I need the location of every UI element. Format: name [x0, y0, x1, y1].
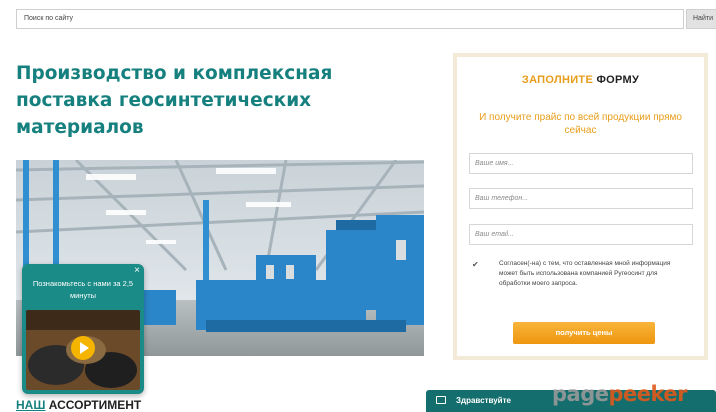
consent-checkbox[interactable]: ✔ [472, 260, 481, 269]
phone-field[interactable]: Ваш телефон... [469, 188, 693, 209]
email-field-placeholder: Ваш email... [475, 231, 514, 238]
form-subtitle: И получите прайс по всей продукции прямо… [479, 112, 682, 136]
form-title-accent: ЗАПОЛНИТЕ [521, 74, 594, 86]
price-request-form: ЗАПОЛНИТЕ ФОРМУ И получите прайс по всей… [453, 53, 708, 360]
video-thumbnail[interactable] [26, 310, 140, 390]
assortment-heading: НАШ АССОРТИМЕНТ [16, 398, 141, 412]
page-title-line-2: поставка геосинтетических [16, 90, 312, 111]
search-placeholder: Поиск по сайту [24, 15, 74, 22]
play-icon[interactable] [71, 336, 95, 360]
email-field[interactable]: Ваш email... [469, 224, 693, 245]
name-field[interactable]: Ваше имя... [469, 153, 693, 174]
name-field-placeholder: Ваше имя... [475, 160, 514, 167]
page-title-line-1: Производство и комплексная [16, 63, 333, 84]
pagepeeker-watermark: pagepeeker [552, 382, 688, 406]
assortment-heading-rest: АССОРТИМЕНТ [45, 398, 142, 412]
close-icon[interactable]: × [134, 265, 140, 277]
form-title-rest: ФОРМУ [593, 74, 640, 86]
search-button[interactable]: Найти [686, 9, 716, 29]
page-title-line-3: материалов [16, 117, 144, 138]
form-title: ЗАПОЛНИТЕ ФОРМУ [457, 74, 704, 86]
video-popup[interactable]: × Познакомьтесь с нами за 2,5 минуты [22, 264, 144, 394]
search-input[interactable]: Поиск по сайту [16, 9, 684, 29]
video-popup-text: Познакомьтесь с нами за 2,5 минуты [32, 279, 134, 300]
phone-field-placeholder: Ваш телефон... [475, 195, 529, 202]
chat-icon [436, 396, 446, 404]
consent-text: Согласен(-на) с тем, что оставленная мно… [499, 260, 671, 287]
assortment-heading-accent: НАШ [16, 398, 46, 412]
watermark-part-2: peeker [608, 382, 688, 406]
get-prices-button[interactable]: получить цены [513, 322, 655, 344]
chat-label: Здравствуйте [456, 396, 511, 405]
watermark-part-1: page [552, 382, 609, 406]
page-title: Производство и комплексная поставка геос… [16, 60, 396, 141]
